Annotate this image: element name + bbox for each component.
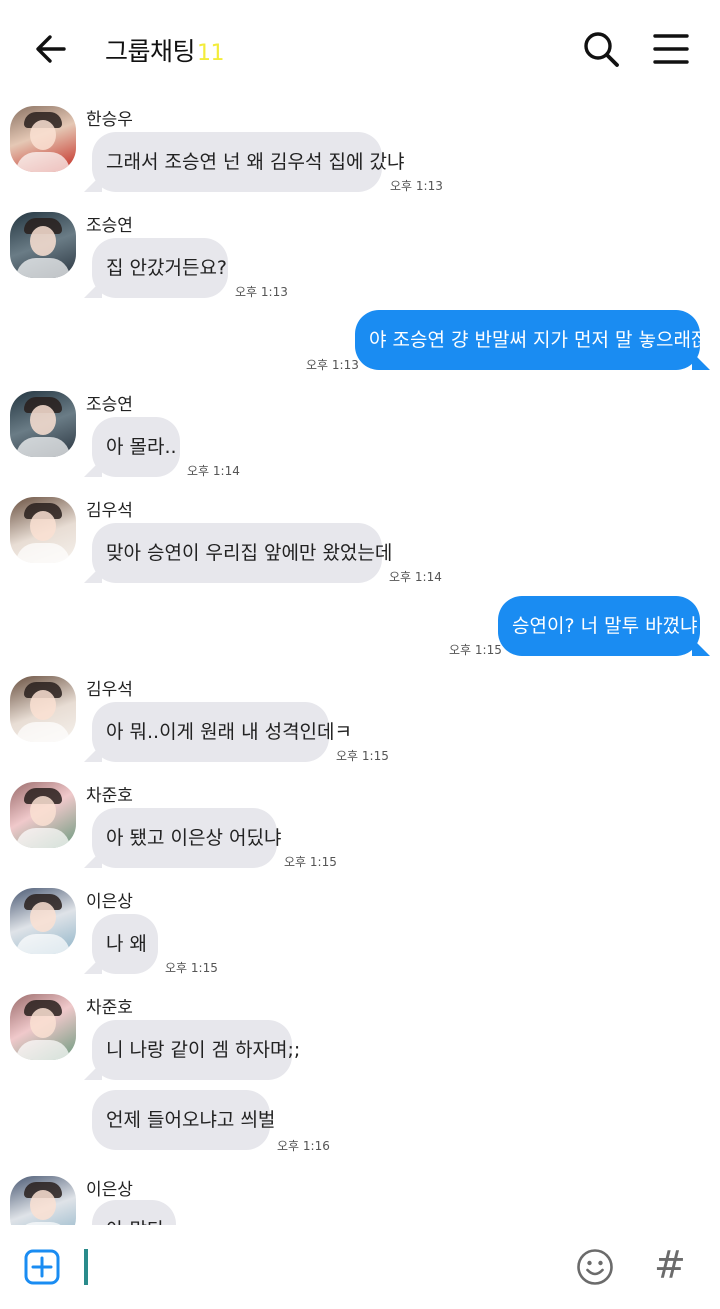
avatar[interactable]	[10, 106, 76, 172]
message-time: 오후 1:15	[284, 855, 337, 869]
avatar[interactable]	[10, 497, 76, 563]
sender-name: 김우석	[86, 501, 133, 521]
avatar[interactable]	[10, 676, 76, 742]
message-bubble[interactable]: 맞아 승연이 우리집 앞에만 왔었는데	[92, 523, 392, 583]
message-bubble-outgoing[interactable]: 야 조승연 걍 반말써 지가 먼저 말 놓으래잖어	[355, 310, 720, 370]
chat-header: 그룹채팅11	[0, 0, 720, 100]
avatar[interactable]	[10, 1176, 76, 1225]
sender-name: 차준호	[86, 998, 133, 1018]
message-time: 오후 1:15	[336, 749, 389, 763]
message-bubble[interactable]: 집 안갔거든요?	[92, 238, 228, 298]
search-icon[interactable]	[580, 28, 622, 70]
sender-name: 조승연	[86, 395, 133, 415]
plus-square-icon[interactable]	[24, 1249, 60, 1285]
message-bubble[interactable]: 아 됐고 이은상 어딨냐	[92, 808, 281, 868]
message-time: 오후 1:13	[306, 358, 359, 372]
message-time: 오후 1:14	[389, 570, 442, 584]
message-bubble[interactable]: 나 왜	[92, 914, 158, 974]
message-bubble[interactable]: 아 몰라..	[92, 417, 180, 477]
hamburger-menu-icon[interactable]	[650, 28, 692, 70]
avatar[interactable]	[10, 391, 76, 457]
input-bar: #	[0, 1225, 720, 1309]
smiley-icon[interactable]	[576, 1248, 614, 1286]
message-list[interactable]: 한승우 그래서 조승연 넌 왜 김우석 집에 갔냐 오후 1:13 조승연 집 …	[0, 100, 720, 1225]
message-time: 오후 1:15	[165, 961, 218, 975]
sender-name: 조승연	[86, 216, 133, 236]
message-input[interactable]	[84, 1249, 88, 1285]
message-bubble[interactable]: 그래서 조승연 넌 왜 김우석 집에 갔냐	[92, 132, 404, 192]
avatar[interactable]	[10, 994, 76, 1060]
message-time: 오후 1:15	[449, 643, 502, 657]
message-bubble[interactable]: 아 뭐..이게 원래 내 성격인데ㅋ	[92, 702, 352, 762]
sender-name: 이은상	[86, 892, 133, 912]
avatar[interactable]	[10, 888, 76, 954]
message-bubble[interactable]: 언제 들어오냐고 씌벌	[92, 1090, 275, 1150]
arrow-left-icon[interactable]	[30, 28, 72, 70]
sender-name: 김우석	[86, 680, 133, 700]
avatar[interactable]	[10, 212, 76, 278]
avatar[interactable]	[10, 782, 76, 848]
chat-title: 그룹채팅11	[105, 32, 225, 68]
message-bubble-outgoing[interactable]: 승연이? 너 말투 바꼈냐ㅋ	[498, 596, 715, 656]
message-time: 오후 1:16	[277, 1139, 330, 1153]
message-time: 오후 1:13	[235, 285, 288, 299]
message-time: 오후 1:14	[187, 464, 240, 478]
sender-name: 한승우	[86, 110, 133, 130]
message-bubble[interactable]: 아 맞다	[92, 1200, 176, 1225]
sender-name: 차준호	[86, 786, 133, 806]
sender-name: 이은상	[86, 1180, 133, 1200]
chat-title-text: 그룹채팅	[105, 37, 196, 66]
message-bubble[interactable]: 니 나랑 같이 겜 하자며;;	[92, 1020, 300, 1080]
message-time: 오후 1:13	[390, 179, 443, 193]
hashtag-icon[interactable]: #	[654, 1243, 686, 1287]
member-count: 11	[197, 41, 225, 66]
